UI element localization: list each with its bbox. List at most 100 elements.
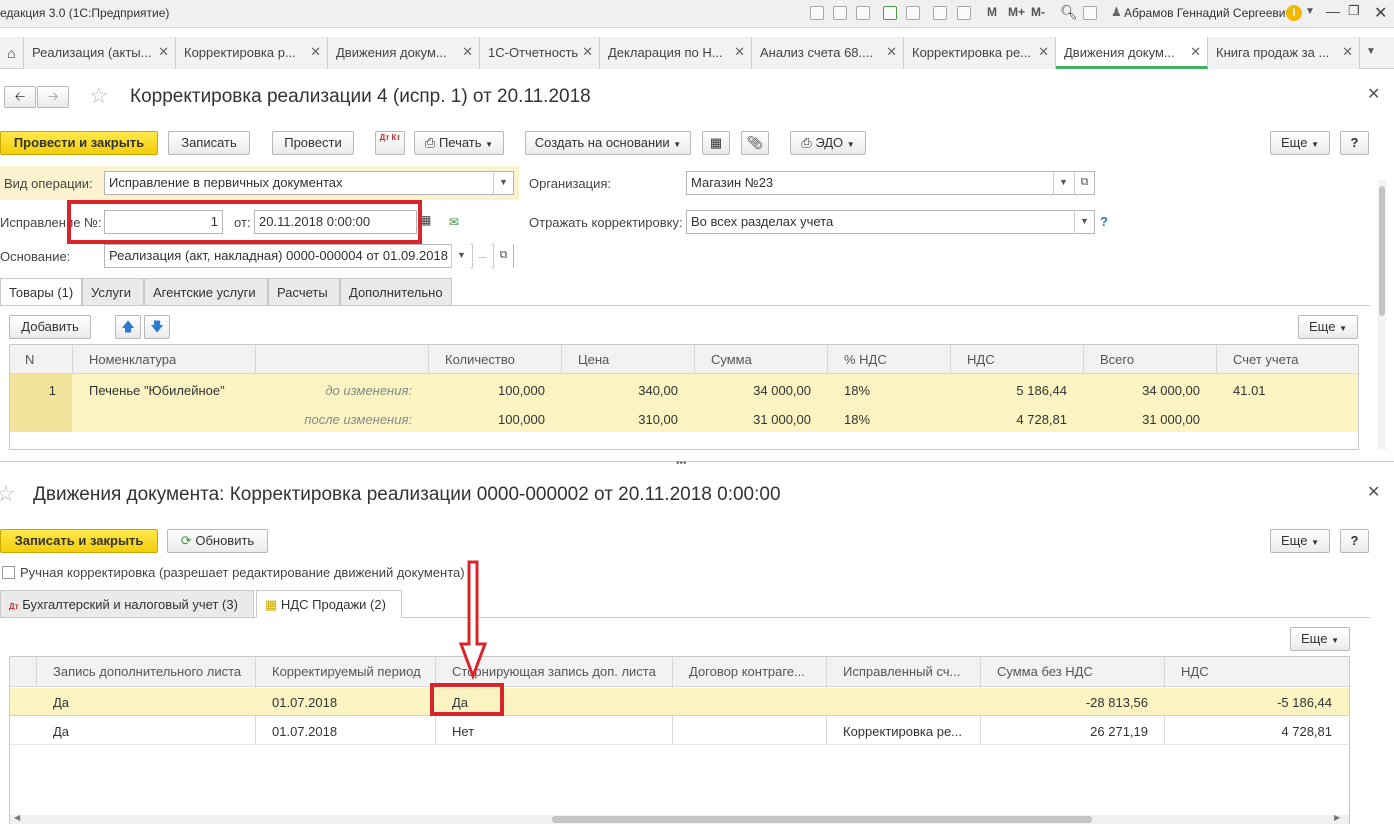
column-header[interactable]: Счет учета [1233, 352, 1299, 367]
column-header[interactable]: Запись дополнительного листа [53, 664, 241, 679]
save-button[interactable]: Записать [168, 131, 250, 155]
dtkt-icon[interactable]: Дт Кт [375, 131, 405, 155]
help-button[interactable]: ? [1340, 131, 1369, 155]
close-icon[interactable]: ✕ [310, 44, 321, 60]
column-header[interactable]: Номенклатура [89, 352, 176, 367]
tabs-dropdown-icon[interactable]: ▼ [1366, 46, 1376, 57]
check-document-icon[interactable]: ✉ [449, 215, 459, 229]
tab-agent-services[interactable]: Агентские услуги [144, 278, 268, 306]
preview-icon[interactable] [856, 6, 870, 20]
reflect-correction-select[interactable]: Во всех разделах учета [686, 210, 1095, 234]
close-icon[interactable]: ✕ [1038, 44, 1049, 60]
more-button[interactable]: Еще ▼ [1290, 627, 1350, 651]
tab-window[interactable]: Движения докум... ✕ [328, 37, 480, 69]
tab-window[interactable]: Корректировка ре... ✕ [904, 37, 1056, 69]
home-icon[interactable]: ⌂ [0, 37, 24, 69]
column-header[interactable]: Количество [445, 352, 515, 367]
table-row[interactable] [10, 717, 1349, 745]
column-header[interactable]: N [25, 352, 34, 367]
more-button[interactable]: Еще ▼ [1298, 315, 1358, 339]
edo-button[interactable]: ⎙ ЭДО ▼ [790, 131, 866, 155]
more-button[interactable]: Еще ▼ [1270, 131, 1330, 155]
upload-icon[interactable] [883, 6, 897, 20]
column-header[interactable]: % НДС [844, 352, 887, 367]
print-button[interactable]: ⎙ Печать ▼ [414, 131, 504, 155]
tab-accounting[interactable]: Дт Бухгалтерский и налоговый учет (3) [0, 590, 254, 618]
tab-window[interactable]: Декларация по Н... ✕ [600, 37, 752, 69]
panels-icon[interactable] [1083, 6, 1097, 20]
table-row[interactable] [10, 688, 1349, 716]
post-button[interactable]: Провести [272, 131, 354, 155]
zoom-icon[interactable]: 🔍︎ [1060, 4, 1078, 21]
column-header[interactable]: Всего [1100, 352, 1134, 367]
print-icon[interactable] [833, 6, 847, 20]
memory-minus[interactable]: M- [1031, 5, 1045, 19]
help-button[interactable]: ? [1340, 529, 1369, 553]
close-icon[interactable]: ✕ [582, 44, 593, 60]
close-icon[interactable]: ✕ [734, 44, 745, 60]
column-header[interactable]: НДС [967, 352, 995, 367]
scrollbar-thumb[interactable] [1379, 186, 1385, 316]
favorite-star-icon[interactable]: ☆ [0, 481, 16, 507]
tab-additional[interactable]: Дополнительно [340, 278, 452, 306]
calendar-icon[interactable] [957, 6, 971, 20]
add-button[interactable]: Добавить [9, 315, 91, 339]
user-name[interactable]: Абрамов Геннадий Сергеевич [1124, 6, 1292, 20]
calc-icon[interactable] [933, 6, 947, 20]
column-header[interactable]: Сумма [711, 352, 752, 367]
splitter-handle[interactable]: ••• [676, 458, 687, 469]
move-down-icon[interactable]: 🡇 [144, 315, 170, 339]
scrollbar-thumb[interactable] [552, 816, 1092, 823]
operation-type-select[interactable]: Исправление в первичных документах [104, 171, 514, 195]
structure-icon[interactable]: ▦ [702, 131, 730, 155]
maximize-icon[interactable]: ❐ [1348, 3, 1360, 19]
save-and-close-button[interactable]: Записать и закрыть [0, 529, 158, 553]
tab-window[interactable]: Корректировка р... ✕ [176, 37, 328, 69]
tab-window[interactable]: Анализ счета 68.... ✕ [752, 37, 904, 69]
close-icon[interactable]: ✕ [886, 44, 897, 60]
open-icon[interactable]: ⧉ [1074, 171, 1094, 195]
tab-window[interactable]: Реализация (акты... ✕ [24, 37, 176, 69]
chevron-down-icon[interactable]: ▼ [1053, 171, 1073, 195]
paperclip-icon[interactable]: 📎︎ [741, 131, 769, 155]
back-button[interactable]: 🡠 [4, 86, 36, 108]
minimize-icon[interactable]: — [1326, 3, 1340, 19]
open-icon[interactable]: ⧉ [493, 244, 513, 268]
tab-vat-sales[interactable]: ▦ НДС Продажи (2) [256, 590, 402, 618]
close-icon[interactable]: ✕ [158, 44, 169, 60]
chevron-down-icon[interactable]: ▼ [1074, 210, 1094, 234]
favorite-star-icon[interactable]: ☆ [89, 83, 109, 109]
tab-window[interactable]: Книга продаж за ... ✕ [1208, 37, 1360, 69]
column-header[interactable]: Корректируемый период [272, 664, 421, 679]
tab-goods[interactable]: Товары (1) [0, 278, 82, 306]
close-window-icon[interactable]: ✕ [1374, 3, 1387, 23]
tab-services[interactable]: Услуги [82, 278, 144, 306]
refresh-button[interactable]: ⟳ Обновить [167, 529, 268, 553]
chevron-down-icon[interactable]: ▼ [493, 171, 513, 195]
create-based-on-button[interactable]: Создать на основании ▼ [525, 131, 691, 155]
column-header[interactable]: Сумма без НДС [997, 664, 1093, 679]
scroll-right-icon[interactable]: ▶ [1334, 813, 1340, 822]
more-button[interactable]: Еще ▼ [1270, 529, 1330, 553]
organization-select[interactable]: Магазин №23 [686, 171, 1095, 195]
post-and-close-button[interactable]: Провести и закрыть [0, 131, 158, 155]
manual-correction-checkbox[interactable] [2, 566, 15, 579]
close-document-icon[interactable]: ✕ [1367, 482, 1380, 502]
close-document-icon[interactable]: ✕ [1367, 84, 1380, 104]
close-icon[interactable]: ✕ [1342, 44, 1353, 60]
chevron-down-icon[interactable]: ▼ [1305, 6, 1315, 17]
attach-icon[interactable] [906, 6, 920, 20]
memory-m[interactable]: M [987, 5, 997, 19]
basis-more-button[interactable]: ... [472, 244, 492, 268]
save-icon[interactable] [810, 6, 824, 20]
tab-window[interactable]: 1С-Отчетность ✕ [480, 37, 600, 69]
close-icon[interactable]: ✕ [462, 44, 473, 60]
column-header[interactable]: Цена [578, 352, 609, 367]
chevron-down-icon[interactable]: ▼ [451, 244, 471, 268]
memory-plus[interactable]: M+ [1008, 5, 1025, 19]
column-header[interactable]: НДС [1181, 664, 1209, 679]
column-header[interactable]: Договор контраге... [689, 664, 805, 679]
help-question-icon[interactable]: ? [1100, 214, 1108, 229]
scroll-left-icon[interactable]: ◀ [14, 813, 20, 822]
forward-button[interactable]: 🡢 [37, 86, 69, 108]
